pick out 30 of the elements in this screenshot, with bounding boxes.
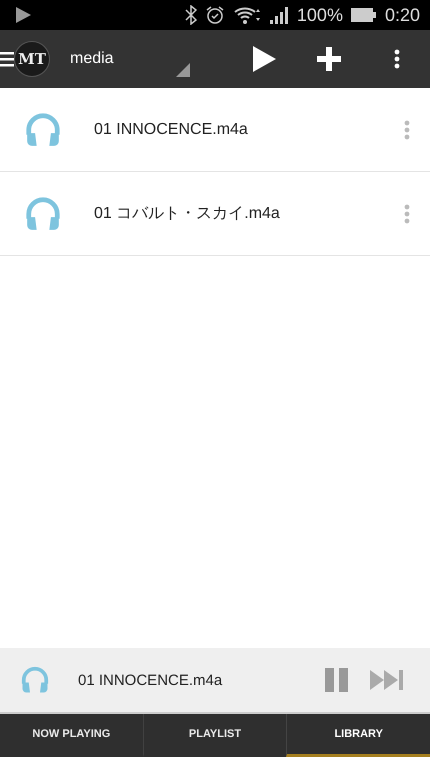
track-menu-icon[interactable] [404, 204, 410, 224]
track-name: 01 INNOCENCE.m4a [94, 120, 249, 138]
track-menu-icon[interactable] [404, 120, 410, 140]
track-row[interactable]: 01 INNOCENCE.m4a [0, 88, 430, 172]
track-name: 01 コバルト・スカイ.m4a [94, 204, 281, 224]
plus-icon [317, 47, 341, 71]
more-icon[interactable] [394, 49, 400, 69]
alarm-icon [204, 5, 225, 25]
nav-tab[interactable]: LIBRARY [286, 714, 430, 757]
headphones-icon [24, 194, 62, 232]
nav-tab[interactable]: PLAYLIST [142, 714, 286, 757]
battery-percent: 100% [296, 4, 343, 26]
menu-icon[interactable] [0, 51, 14, 67]
nav-tab[interactable]: NOW PLAYING [0, 714, 143, 757]
app-logo: MT [14, 41, 50, 77]
folder-dropdown[interactable]: media [50, 39, 190, 79]
headphones-icon [24, 110, 62, 148]
skip-next-icon [370, 670, 404, 690]
clock: 0:20 [384, 4, 420, 26]
headphones-icon [20, 665, 50, 695]
signal-icon [268, 6, 289, 24]
play-icon [14, 6, 32, 24]
track-row[interactable]: 01 コバルト・スカイ.m4a [0, 172, 430, 256]
wifi-icon [232, 5, 261, 25]
now-playing-title: 01 INNOCENCE.m4a [78, 672, 224, 688]
dropdown-arrow-icon [176, 63, 190, 77]
play-icon [251, 45, 277, 73]
bluetooth-icon [184, 5, 197, 25]
battery-icon [350, 7, 377, 23]
pause-icon [324, 667, 350, 693]
